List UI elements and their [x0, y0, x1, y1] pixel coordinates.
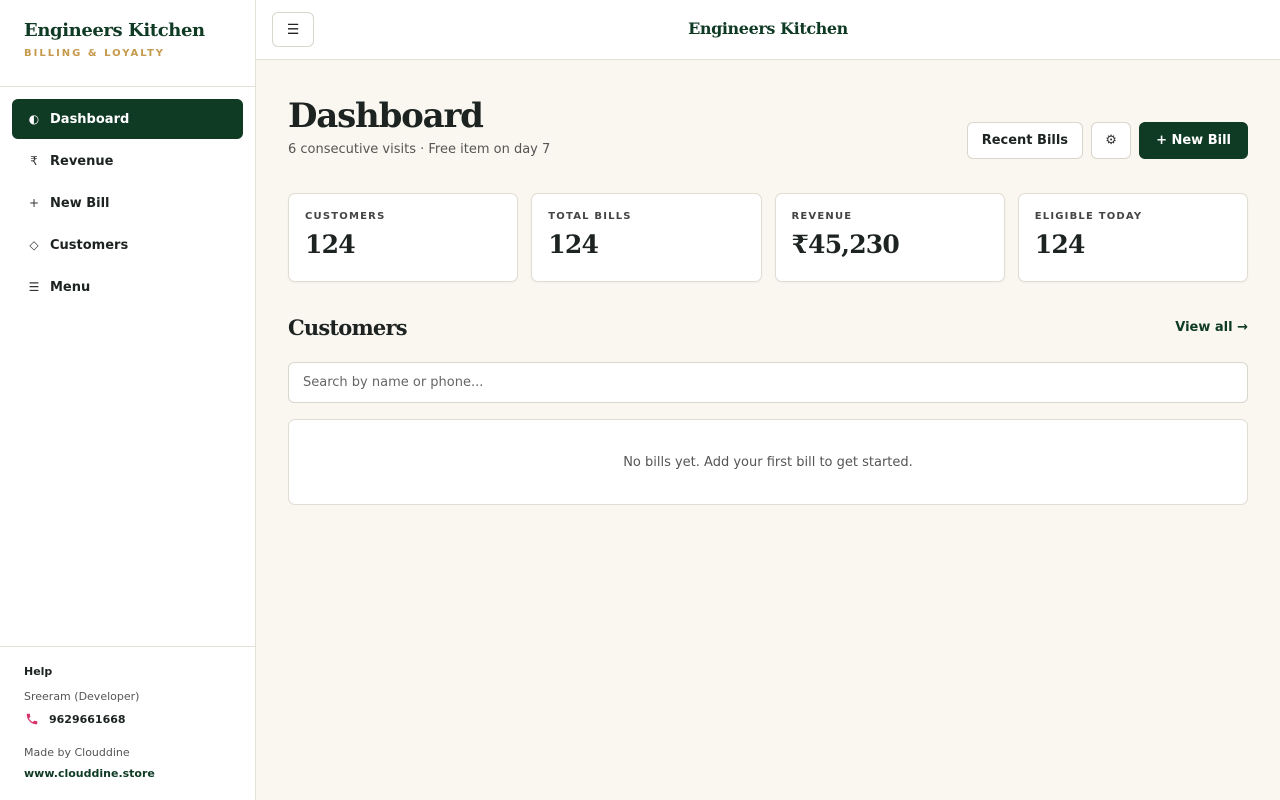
customer-search-input[interactable] — [288, 362, 1248, 403]
sidebar-item-dashboard[interactable]: ◐ Dashboard — [12, 99, 243, 139]
plus-icon: + — [28, 196, 40, 210]
gear-icon: ⚙ — [1105, 133, 1117, 148]
sidebar-footer: Help Sreeram (Developer) 9629661668 Made… — [0, 646, 255, 800]
dashboard-icon: ◐ — [28, 112, 40, 126]
stat-label: REVENUE — [791, 211, 853, 222]
page-actions: Recent Bills ⚙ + New Bill — [966, 122, 1248, 159]
phone-icon — [24, 712, 42, 726]
stat-label: CUSTOMERS — [305, 211, 386, 222]
recent-bills-button[interactable]: Recent Bills — [966, 122, 1084, 159]
sidebar-item-label: Revenue — [50, 153, 114, 169]
top-bar: Engineers Kitchen ☰ — [256, 0, 1280, 60]
phone-number: 9629661668 — [49, 712, 126, 726]
settings-button[interactable]: ⚙ — [1091, 122, 1132, 159]
brand-subtitle: BILLING & LOYALTY — [24, 48, 166, 59]
sidebar-item-new-bill[interactable]: + New Bill — [12, 183, 243, 223]
sidebar-item-label: New Bill — [50, 195, 110, 211]
page-title: Dashboard — [288, 96, 484, 136]
stat-value: 124 — [1034, 230, 1086, 259]
empty-state: No bills yet. Add your first bill to get… — [288, 419, 1248, 505]
diamond-icon: ◇ — [29, 238, 39, 252]
rupee-icon: ₹ — [30, 154, 38, 168]
empty-state-message: No bills yet. Add your first bill to get… — [623, 454, 913, 470]
sidebar: Engineers Kitchen BILLING & LOYALTY ◐ Da… — [0, 0, 256, 800]
brand-title: Engineers Kitchen — [24, 20, 205, 41]
new-bill-button[interactable]: + New Bill — [1139, 122, 1248, 159]
sidebar-item-label: Dashboard — [50, 111, 130, 127]
website-link[interactable]: www.clouddine.store — [24, 767, 231, 780]
stat-label: ELIGIBLE TODAY — [1034, 211, 1143, 222]
brand: Engineers Kitchen BILLING & LOYALTY — [0, 0, 255, 87]
developer-name: Sreeram (Developer) — [24, 690, 140, 703]
stat-card-total-bills: TOTAL BILLS 124 — [531, 193, 762, 282]
customers-section-title: Customers — [288, 315, 408, 340]
stat-value: ₹45,230 — [791, 230, 900, 259]
menu-toggle-button[interactable]: ☰ — [272, 12, 314, 47]
sidebar-item-customers[interactable]: ◇ Customers — [12, 225, 243, 265]
stat-card-customers: CUSTOMERS 124 — [288, 193, 519, 282]
sidebar-nav: ◐ Dashboard ₹ Revenue + New Bill ◇ Custo… — [0, 87, 255, 307]
top-title: Engineers Kitchen — [688, 19, 848, 38]
sidebar-item-revenue[interactable]: ₹ Revenue — [12, 141, 243, 181]
sidebar-item-label: Customers — [50, 237, 129, 253]
sidebar-item-menu[interactable]: ☰ Menu — [12, 267, 243, 307]
phone-row[interactable]: 9629661668 — [24, 712, 231, 726]
stat-card-revenue: REVENUE ₹45,230 — [774, 193, 1005, 282]
made-by: Made by Clouddine — [24, 746, 130, 759]
help-title: Help — [24, 665, 53, 678]
stats-row: CUSTOMERS 124 TOTAL BILLS 124 REVENUE ₹4… — [288, 193, 1248, 282]
view-all-link[interactable]: View all → — [1175, 320, 1248, 335]
stat-value: 124 — [305, 230, 356, 259]
stat-label: TOTAL BILLS — [548, 211, 632, 222]
hamburger-icon: ☰ — [286, 21, 300, 38]
list-icon: ☰ — [28, 280, 40, 294]
stat-value: 124 — [548, 230, 599, 259]
page-subtitle: 6 consecutive visits · Free item on day … — [288, 142, 551, 157]
sidebar-item-label: Menu — [50, 279, 91, 295]
stat-card-eligible-today: ELIGIBLE TODAY 124 — [1017, 193, 1248, 282]
